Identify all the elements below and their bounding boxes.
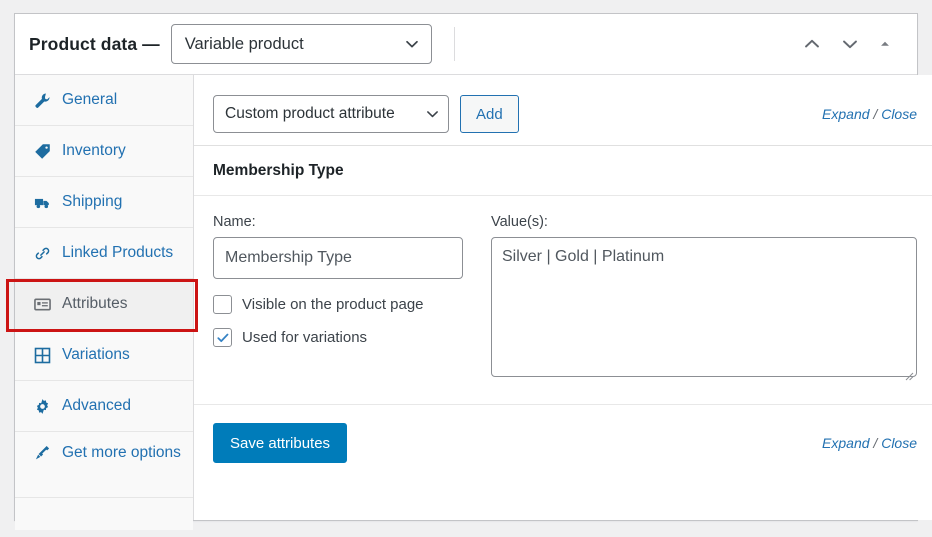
expand-close-separator: / xyxy=(873,106,877,122)
triangle-up-icon[interactable] xyxy=(877,33,899,55)
expand-close-link-top[interactable]: Expand / Close xyxy=(822,106,917,122)
attributes-panel: Custom product attribute Add Expand / Cl… xyxy=(194,75,932,520)
product-data-metabox: Product data — Variable product xyxy=(14,13,918,521)
sidebar-item-general[interactable]: General xyxy=(15,75,193,126)
attribute-card: Membership Type Name: Visible on the pro… xyxy=(194,145,932,405)
product-type-select[interactable]: Variable product xyxy=(171,24,432,64)
product-data-header: Product data — Variable product xyxy=(15,14,917,75)
product-data-tabs-sidebar: General Inventory xyxy=(15,75,194,520)
wrench-icon xyxy=(33,91,51,109)
sidebar-item-label: Attributes xyxy=(62,294,127,313)
chevron-down-icon xyxy=(426,108,439,121)
attribute-name-label: Name: xyxy=(213,214,463,230)
attribute-values-wrapper xyxy=(491,237,917,382)
header-actions xyxy=(801,33,907,55)
sidebar-filler xyxy=(15,498,193,530)
visible-on-product-page-checkbox-row[interactable]: Visible on the product page xyxy=(213,295,463,314)
checkbox-label: Used for variations xyxy=(242,329,367,346)
attribute-source-value: Custom product attribute xyxy=(225,105,395,123)
truck-icon xyxy=(33,193,51,211)
attribute-card-header[interactable]: Membership Type xyxy=(194,146,932,196)
attribute-values-label: Value(s): xyxy=(491,214,917,230)
checkbox-label: Visible on the product page xyxy=(242,296,424,313)
sidebar-item-label: General xyxy=(62,90,117,109)
attribute-source-select[interactable]: Custom product attribute xyxy=(213,95,449,133)
sidebar-item-linked-products[interactable]: Linked Products xyxy=(15,228,193,279)
chevron-down-icon xyxy=(405,37,419,51)
attribute-checkbox-group: Visible on the product page Used for var… xyxy=(213,295,463,347)
tag-icon xyxy=(33,142,51,160)
attribute-name-input[interactable] xyxy=(213,237,463,279)
product-data-body: General Inventory xyxy=(15,75,917,520)
sidebar-item-label: Linked Products xyxy=(62,243,173,262)
expand-link[interactable]: Expand xyxy=(822,435,869,451)
link-icon xyxy=(33,244,51,262)
attribute-values-textarea[interactable] xyxy=(491,237,917,377)
chevron-up-icon[interactable] xyxy=(801,33,823,55)
sidebar-item-label: Advanced xyxy=(62,396,131,415)
sidebar-item-label: Variations xyxy=(62,345,130,364)
sidebar-item-shipping[interactable]: Shipping xyxy=(15,177,193,228)
expand-close-link-bottom[interactable]: Expand / Close xyxy=(822,435,917,451)
product-type-value: Variable product xyxy=(185,35,304,54)
sidebar-item-get-more-options[interactable]: Get more options xyxy=(15,432,193,498)
save-attributes-button[interactable]: Save attributes xyxy=(213,423,347,463)
expand-link[interactable]: Expand xyxy=(822,106,869,122)
sidebar-item-label: Get more options xyxy=(62,443,181,462)
attribute-values-column: Value(s): xyxy=(491,214,917,382)
chevron-down-icon[interactable] xyxy=(839,33,861,55)
sidebar-item-advanced[interactable]: Advanced xyxy=(15,381,193,432)
list-card-icon xyxy=(33,295,51,313)
visible-on-product-page-checkbox[interactable] xyxy=(213,295,232,314)
sidebar-item-inventory[interactable]: Inventory xyxy=(15,126,193,177)
attribute-name-column: Name: Visible on the product page xyxy=(213,214,463,382)
woocommerce-product-data-screen: Product data — Variable product xyxy=(0,0,932,537)
sidebar-item-attributes[interactable]: Attributes xyxy=(15,279,193,330)
sidebar-item-label: Shipping xyxy=(62,192,122,211)
used-for-variations-checkbox[interactable] xyxy=(213,328,232,347)
header-divider xyxy=(454,27,455,61)
gear-icon xyxy=(33,397,51,415)
expand-close-separator: / xyxy=(873,435,877,451)
attribute-card-body: Name: Visible on the product page xyxy=(194,196,932,405)
used-for-variations-checkbox-row[interactable]: Used for variations xyxy=(213,328,463,347)
attribute-card-title: Membership Type xyxy=(213,162,344,179)
attributes-toolbar: Custom product attribute Add Expand / Cl… xyxy=(194,75,932,137)
page-title: Product data — xyxy=(29,34,160,55)
sidebar-item-variations[interactable]: Variations xyxy=(15,330,193,381)
close-link[interactable]: Close xyxy=(881,435,917,451)
attributes-footer: Save attributes Expand / Close xyxy=(194,405,932,463)
plug-icon xyxy=(33,443,51,461)
close-link[interactable]: Close xyxy=(881,106,917,122)
add-attribute-button[interactable]: Add xyxy=(460,95,519,133)
sidebar-item-label: Inventory xyxy=(62,141,126,160)
grid-icon xyxy=(33,346,51,364)
